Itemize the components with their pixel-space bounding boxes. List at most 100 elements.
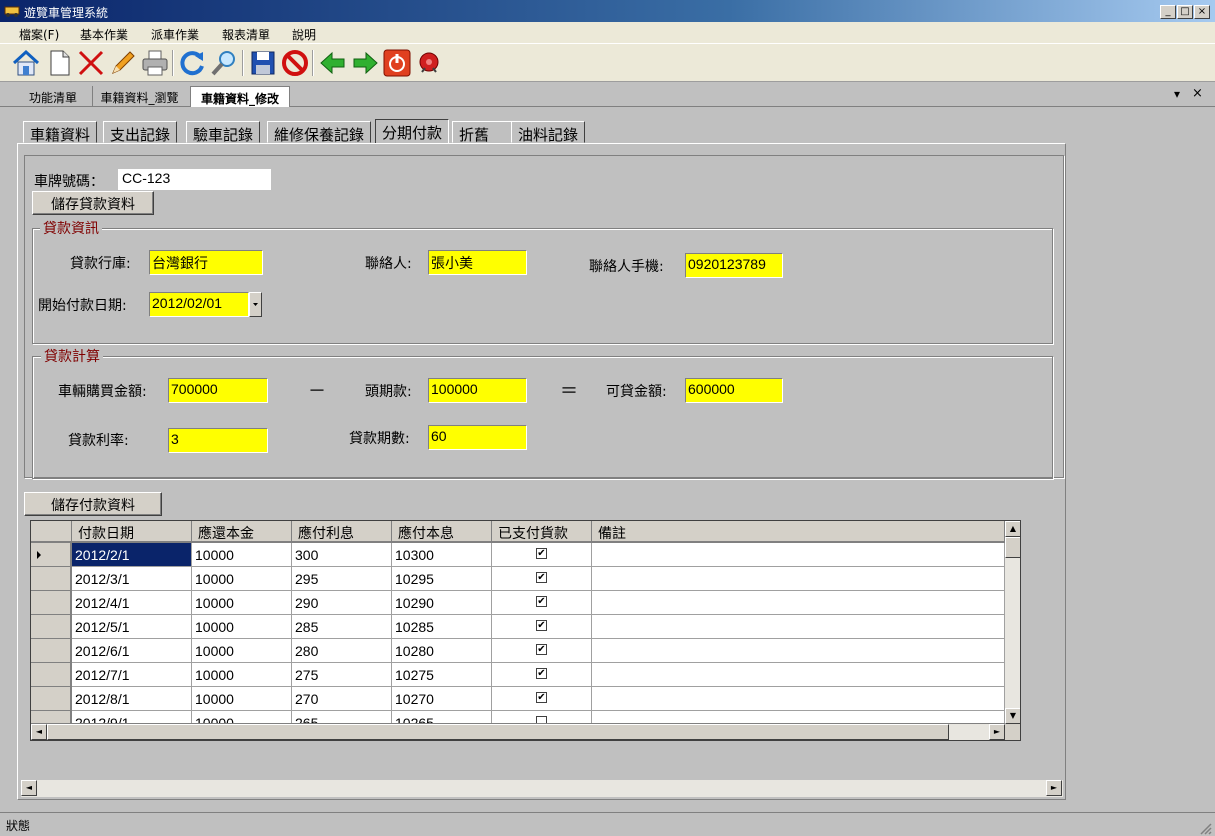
row-header[interactable]: [31, 639, 71, 663]
new-document-icon[interactable]: [44, 48, 74, 78]
menu-help[interactable]: 說明: [292, 26, 316, 43]
cell-date[interactable]: 2012/2/1: [72, 543, 192, 567]
resize-grip-icon[interactable]: [1198, 821, 1212, 835]
cell-principal[interactable]: 10000: [192, 711, 292, 723]
row-header[interactable]: [31, 615, 71, 639]
paid-checkbox[interactable]: ✔: [536, 572, 547, 583]
cell-interest[interactable]: 290: [292, 591, 392, 615]
cell-total[interactable]: 10285: [392, 615, 492, 639]
menu-reports[interactable]: 報表清單: [222, 26, 270, 43]
start-date-field[interactable]: 2012/02/01: [149, 292, 249, 317]
cell-interest[interactable]: 280: [292, 639, 392, 663]
bank-field[interactable]: 台灣銀行: [149, 250, 263, 275]
date-picker-button[interactable]: [249, 292, 262, 317]
table-row[interactable]: 2012/6/1 10000 280 10280 ✔: [31, 639, 1005, 663]
cell-interest[interactable]: 300: [292, 543, 392, 567]
phone-field[interactable]: 0920123789: [685, 253, 783, 278]
panel-horizontal-scrollbar[interactable]: ◄ ►: [21, 780, 1063, 797]
tab-list-dropdown-icon[interactable]: ▾: [1174, 87, 1180, 101]
save-loan-button[interactable]: 儲存貸款資料: [32, 191, 154, 215]
cell-note[interactable]: [592, 687, 1005, 711]
scroll-down-icon[interactable]: ▼: [1005, 708, 1020, 724]
table-row[interactable]: 2012/8/1 10000 270 10270 ✔: [31, 687, 1005, 711]
table-row[interactable]: 2012/2/1 10000 300 10300 ✔: [31, 543, 1005, 567]
maximize-button[interactable]: □: [1177, 5, 1193, 19]
paid-checkbox[interactable]: ✔: [536, 668, 547, 679]
cell-total[interactable]: 10280: [392, 639, 492, 663]
menu-basic-ops[interactable]: 基本作業: [80, 26, 128, 43]
row-header[interactable]: [31, 663, 71, 687]
table-row[interactable]: 2012/7/1 10000 275 10275 ✔: [31, 663, 1005, 687]
cell-interest[interactable]: 265: [292, 711, 392, 723]
menu-file[interactable]: 檔案(F): [19, 26, 59, 43]
rate-field[interactable]: 3: [168, 428, 268, 453]
scroll-up-icon[interactable]: ▲: [1005, 521, 1020, 537]
price-field[interactable]: 700000: [168, 378, 268, 403]
table-row[interactable]: 2012/4/1 10000 290 10290 ✔: [31, 591, 1005, 615]
column-header-note[interactable]: 備註: [592, 521, 1005, 542]
cell-note[interactable]: [592, 591, 1005, 615]
cell-interest[interactable]: 295: [292, 567, 392, 591]
horizontal-scroll-thumb[interactable]: [47, 724, 949, 740]
scroll-right-icon[interactable]: ►: [989, 724, 1005, 740]
close-tab-icon[interactable]: ×: [1192, 86, 1203, 101]
print-icon[interactable]: [140, 48, 170, 78]
forward-arrow-icon[interactable]: [350, 48, 380, 78]
cell-total[interactable]: 10265: [392, 711, 492, 723]
cell-principal[interactable]: 10000: [192, 663, 292, 687]
home-icon[interactable]: [11, 48, 41, 78]
alarm-bell-icon[interactable]: [414, 48, 444, 78]
tab-maintenance-record[interactable]: 維修保養記錄: [267, 121, 372, 144]
cell-paid[interactable]: ✔: [492, 543, 592, 567]
cell-total[interactable]: 10270: [392, 687, 492, 711]
cell-note[interactable]: [592, 615, 1005, 639]
tab-installment[interactable]: 分期付款: [375, 119, 450, 144]
cell-total[interactable]: 10290: [392, 591, 492, 615]
cell-principal[interactable]: 10000: [192, 543, 292, 567]
row-header[interactable]: [31, 591, 71, 615]
cell-paid[interactable]: ✔: [492, 663, 592, 687]
row-header[interactable]: [31, 567, 71, 591]
cell-interest[interactable]: 275: [292, 663, 392, 687]
table-row[interactable]: 2012/3/1 10000 295 10295 ✔: [31, 567, 1005, 591]
cell-paid[interactable]: [492, 711, 592, 723]
panel-scroll-left-icon[interactable]: ◄: [21, 780, 37, 796]
delete-icon[interactable]: [76, 48, 106, 78]
contact-field[interactable]: 張小美: [428, 250, 527, 275]
grid-vertical-scrollbar[interactable]: ▲ ▼: [1005, 521, 1020, 724]
menu-dispatch[interactable]: 派車作業: [151, 26, 199, 43]
cell-total[interactable]: 10300: [392, 543, 492, 567]
paid-checkbox[interactable]: ✔: [536, 596, 547, 607]
column-header-date[interactable]: 付款日期: [72, 521, 192, 542]
cell-total[interactable]: 10295: [392, 567, 492, 591]
tab-inspection-record[interactable]: 驗車記錄: [186, 121, 261, 144]
row-header[interactable]: [31, 687, 71, 711]
cell-note[interactable]: [592, 663, 1005, 687]
cell-paid[interactable]: ✔: [492, 615, 592, 639]
search-icon[interactable]: [209, 48, 239, 78]
minimize-button[interactable]: _: [1160, 5, 1176, 19]
cell-note[interactable]: [592, 639, 1005, 663]
cell-date[interactable]: 2012/6/1: [72, 639, 192, 663]
cell-date[interactable]: 2012/5/1: [72, 615, 192, 639]
cell-principal[interactable]: 10000: [192, 639, 292, 663]
cell-principal[interactable]: 10000: [192, 591, 292, 615]
cell-date[interactable]: 2012/8/1: [72, 687, 192, 711]
grid-horizontal-scrollbar[interactable]: ◄ ►: [31, 724, 1005, 740]
cell-principal[interactable]: 10000: [192, 615, 292, 639]
cell-note[interactable]: [592, 567, 1005, 591]
tab-vehicle-edit[interactable]: 車籍資料_修改: [190, 86, 290, 107]
plate-field[interactable]: CC-123: [118, 169, 271, 190]
cell-total[interactable]: 10275: [392, 663, 492, 687]
paid-checkbox[interactable]: ✔: [536, 644, 547, 655]
cell-principal[interactable]: 10000: [192, 567, 292, 591]
vertical-scroll-thumb[interactable]: [1005, 537, 1020, 558]
back-arrow-icon[interactable]: [318, 48, 348, 78]
cell-paid[interactable]: ✔: [492, 639, 592, 663]
cell-paid[interactable]: ✔: [492, 687, 592, 711]
cell-paid[interactable]: ✔: [492, 567, 592, 591]
paid-checkbox[interactable]: ✔: [536, 548, 547, 559]
periods-field[interactable]: 60: [428, 425, 527, 450]
scroll-left-icon[interactable]: ◄: [31, 724, 47, 740]
row-header[interactable]: [31, 711, 71, 723]
